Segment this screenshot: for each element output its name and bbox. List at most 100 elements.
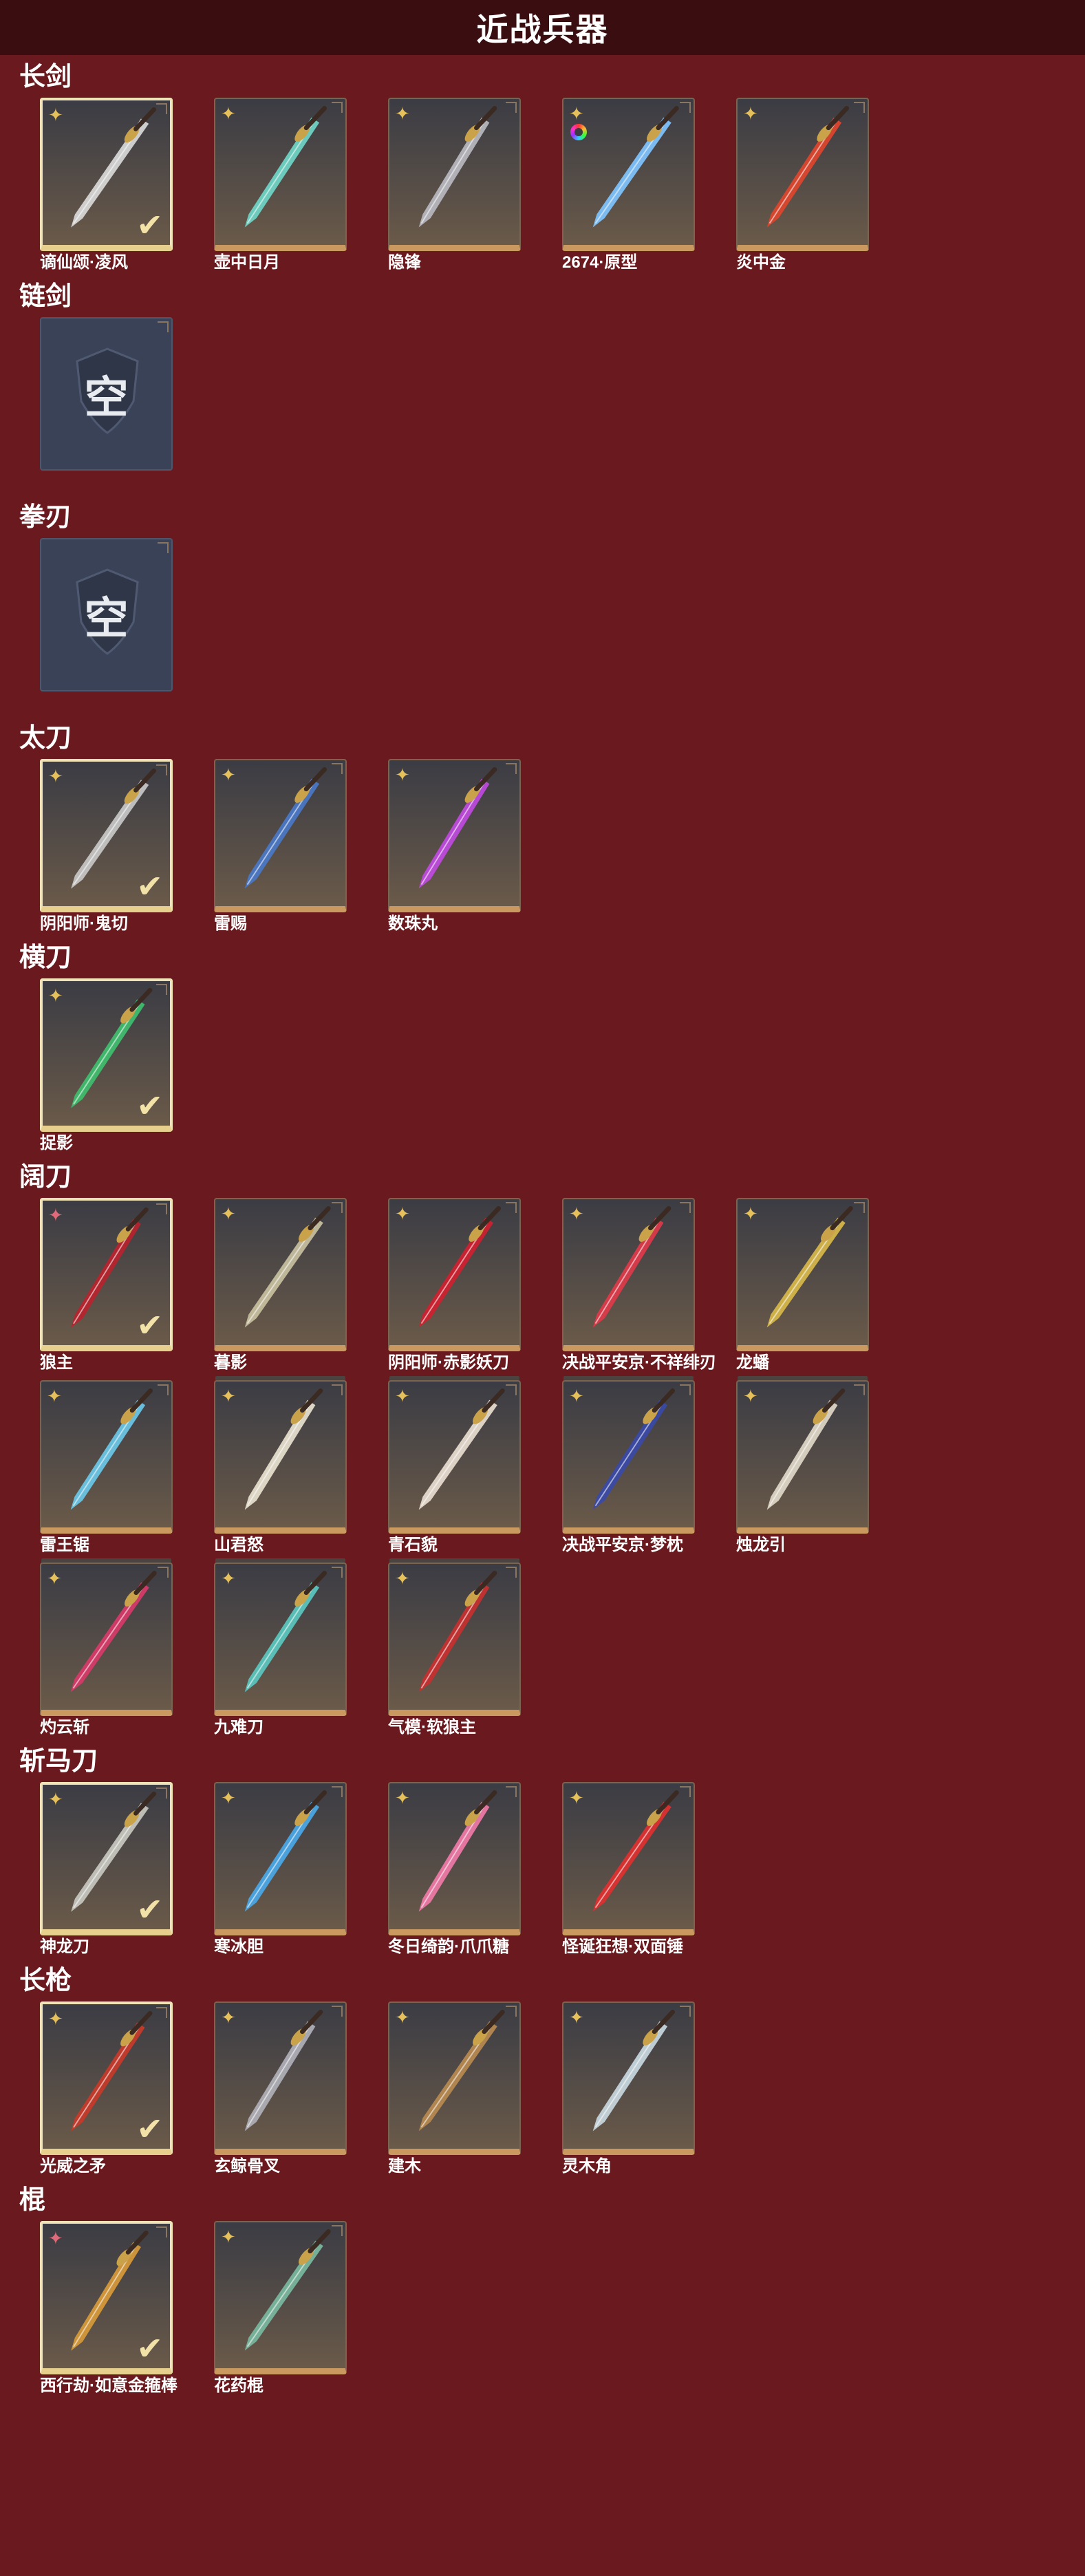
category-title: 长剑 bbox=[19, 63, 72, 92]
weapon-tile[interactable]: ✦ bbox=[562, 1782, 695, 1935]
weapon-tile[interactable]: ✦ bbox=[388, 759, 521, 912]
corner-mark-icon bbox=[332, 2225, 343, 2236]
weapon-card[interactable]: ✦ ✔ 捉影 bbox=[40, 978, 173, 1154]
weapon-card[interactable]: ✦ 暮影 bbox=[214, 1198, 347, 1373]
empty-slot[interactable]: 空 bbox=[40, 538, 173, 691]
rarity-star-icon: ✦ bbox=[221, 2226, 236, 2247]
weapon-tile[interactable]: ✦ bbox=[736, 1198, 869, 1351]
weapon-grid: 空 bbox=[0, 317, 1058, 477]
weapon-grid: ✦ ✔ 狼主 ✦ 暮影 ✦ 阴阳师·赤影妖刀 ✦ 决战平安京·不祥绯刃 ✦ 龙蟠 ✦ 雷王锯 ✦ 山君怒 ✦ 青… bbox=[0, 1198, 1058, 1745]
weapon-tile[interactable]: ✦ bbox=[214, 759, 347, 912]
weapon-card[interactable]: ✦ 花药棍 bbox=[214, 2221, 347, 2396]
weapon-tile[interactable]: ✦ bbox=[214, 1380, 347, 1534]
empty-slot[interactable]: 空 bbox=[40, 317, 173, 471]
weapon-name: 光威之矛 bbox=[40, 2157, 106, 2176]
weapon-tile[interactable]: ✦ bbox=[214, 1782, 347, 1935]
weapon-name: 神龙刀 bbox=[40, 1938, 89, 1956]
weapon-name: 西行劫·如意金箍棒 bbox=[40, 2376, 178, 2395]
weapon-card[interactable]: ✦ 龙蟠 bbox=[736, 1198, 869, 1373]
weapon-tile[interactable]: ✦ ✔ bbox=[40, 1782, 173, 1935]
weapon-tile[interactable]: ✦ bbox=[736, 98, 869, 251]
weapon-tile[interactable]: ✦ ✔ bbox=[40, 98, 173, 251]
rarity-star-icon: ✦ bbox=[395, 103, 410, 124]
weapon-card[interactable]: ✦ 壶中日月 bbox=[214, 98, 347, 273]
weapon-card[interactable]: ✦ ✔ 阴阳师·鬼切 bbox=[40, 759, 173, 934]
weapon-category: 拳刃空 bbox=[0, 501, 1085, 698]
weapon-tile[interactable]: ✦ bbox=[388, 1380, 521, 1534]
corner-mark-icon bbox=[332, 1786, 343, 1797]
corner-mark-icon bbox=[156, 103, 167, 114]
weapon-card[interactable]: ✦ 灼云斩 bbox=[40, 1563, 173, 1738]
weapon-card[interactable]: ✦ 阴阳师·赤影妖刀 bbox=[388, 1198, 521, 1373]
weapon-tile[interactable]: 空 bbox=[40, 538, 173, 691]
weapon-card[interactable]: ✦ 冬日绮韵·爪爪糖 bbox=[388, 1782, 521, 1957]
corner-mark-icon bbox=[680, 1202, 691, 1213]
weapon-name: 狼主 bbox=[40, 1353, 73, 1372]
weapon-card[interactable]: ✦ ✔ 西行劫·如意金箍棒 bbox=[40, 2221, 178, 2396]
weapon-card[interactable]: ✦ ✔ 光威之矛 bbox=[40, 2001, 173, 2177]
weapon-card[interactable]: ✦ ✔ 狼主 bbox=[40, 1198, 173, 1373]
category-title: 链剑 bbox=[19, 282, 72, 311]
weapon-tile[interactable]: ✦ bbox=[214, 1563, 347, 1716]
weapon-grid: 空 bbox=[0, 538, 1058, 698]
rarity-star-icon: ✦ bbox=[743, 103, 758, 124]
corner-mark-icon bbox=[156, 1788, 167, 1799]
weapon-card[interactable]: ✦ 烛龙引 bbox=[736, 1380, 869, 1556]
weapon-tile[interactable]: ✦ bbox=[40, 1380, 173, 1534]
weapon-grid: ✦ ✔ 光威之矛 ✦ 玄鲸骨叉 ✦ 建木 ✦ 灵木角 bbox=[0, 2001, 1058, 2184]
weapon-tile[interactable]: ✦ bbox=[388, 1563, 521, 1716]
weapon-tile[interactable]: ✦ ✔ bbox=[40, 978, 173, 1132]
weapon-card[interactable]: ✦ 玄鲸骨叉 bbox=[214, 2001, 347, 2177]
weapon-tile[interactable]: ✦ bbox=[214, 2221, 347, 2374]
weapon-card[interactable]: ✦ 决战平安京·不祥绯刃 bbox=[562, 1198, 716, 1373]
weapon-card[interactable]: ✦ 数珠丸 bbox=[388, 759, 521, 934]
corner-mark-icon bbox=[158, 542, 169, 553]
weapon-card[interactable]: ✦ 隐锋 bbox=[388, 98, 521, 273]
weapon-name: 青石貌 bbox=[388, 1536, 438, 1554]
weapon-tile[interactable]: ✦ bbox=[388, 1782, 521, 1935]
category-title: 长枪 bbox=[19, 1966, 72, 1995]
weapon-card[interactable]: ✦ 雷赐 bbox=[214, 759, 347, 934]
weapon-card[interactable]: ✦ ✔ 谪仙颂·凌风 bbox=[40, 98, 173, 273]
weapon-name: 烛龙引 bbox=[736, 1536, 786, 1554]
weapon-tile[interactable]: ✦ bbox=[562, 1198, 695, 1351]
weapon-card[interactable]: ✦ 怪诞狂想·双面锤 bbox=[562, 1782, 695, 1957]
weapon-card[interactable]: ✦ 山君怒 bbox=[214, 1380, 347, 1556]
weapon-name: 怪诞狂想·双面锤 bbox=[562, 1938, 683, 1956]
weapon-tile[interactable]: ✦ ✔ bbox=[40, 2001, 173, 2155]
equipped-check-icon: ✔ bbox=[136, 1891, 163, 1927]
weapon-category: 棍 ✦ ✔ 西行劫·如意金箍棒 ✦ 花药棍 bbox=[0, 2184, 1085, 2403]
weapon-card[interactable]: ✦ 炎中金 bbox=[736, 98, 869, 273]
weapon-card[interactable]: ✦ 气模·软狼主 bbox=[388, 1563, 521, 1738]
weapon-tile[interactable]: ✦ bbox=[388, 2001, 521, 2155]
weapon-tile[interactable]: ✦ bbox=[214, 98, 347, 251]
weapon-card[interactable]: ✦ 寒冰胆 bbox=[214, 1782, 347, 1957]
weapon-tile[interactable]: ✦ bbox=[214, 1198, 347, 1351]
weapon-tile[interactable]: ✦ bbox=[562, 2001, 695, 2155]
weapon-tile[interactable]: ✦ bbox=[40, 1563, 173, 1716]
weapon-tile[interactable]: ✦ bbox=[562, 98, 695, 251]
rarity-star-icon: ✦ bbox=[221, 1203, 236, 1224]
weapon-tile[interactable]: ✦ bbox=[214, 2001, 347, 2155]
weapon-card[interactable]: ✦ 青石貌 bbox=[388, 1380, 521, 1556]
weapon-tile[interactable]: ✦ bbox=[736, 1380, 869, 1534]
weapon-card[interactable]: ✦ 决战平安京·梦枕 bbox=[562, 1380, 695, 1556]
weapon-name: 龙蟠 bbox=[736, 1353, 769, 1372]
weapon-tile[interactable]: ✦ ✔ bbox=[40, 759, 173, 912]
rarity-star-icon: ✦ bbox=[48, 1205, 63, 1225]
weapon-card[interactable]: ✦ 2674·原型 bbox=[562, 98, 695, 273]
weapon-card[interactable]: ✦ 灵木角 bbox=[562, 2001, 695, 2177]
rarity-star-icon: ✦ bbox=[221, 1788, 236, 1808]
category-title: 横刀 bbox=[19, 943, 72, 972]
weapon-card[interactable]: ✦ 九难刀 bbox=[214, 1563, 347, 1738]
weapon-tile[interactable]: ✦ bbox=[388, 1198, 521, 1351]
weapon-card[interactable]: ✦ 雷王锯 bbox=[40, 1380, 173, 1556]
weapon-card[interactable]: ✦ ✔ 神龙刀 bbox=[40, 1782, 173, 1957]
weapon-tile[interactable]: ✦ bbox=[562, 1380, 695, 1534]
weapon-card[interactable]: ✦ 建木 bbox=[388, 2001, 521, 2177]
weapon-tile[interactable]: ✦ bbox=[388, 98, 521, 251]
weapon-tile[interactable]: 空 bbox=[40, 317, 173, 471]
weapon-tile[interactable]: ✦ ✔ bbox=[40, 2221, 173, 2374]
weapon-tile[interactable]: ✦ ✔ bbox=[40, 1198, 173, 1351]
category-title: 棍 bbox=[19, 2186, 46, 2215]
